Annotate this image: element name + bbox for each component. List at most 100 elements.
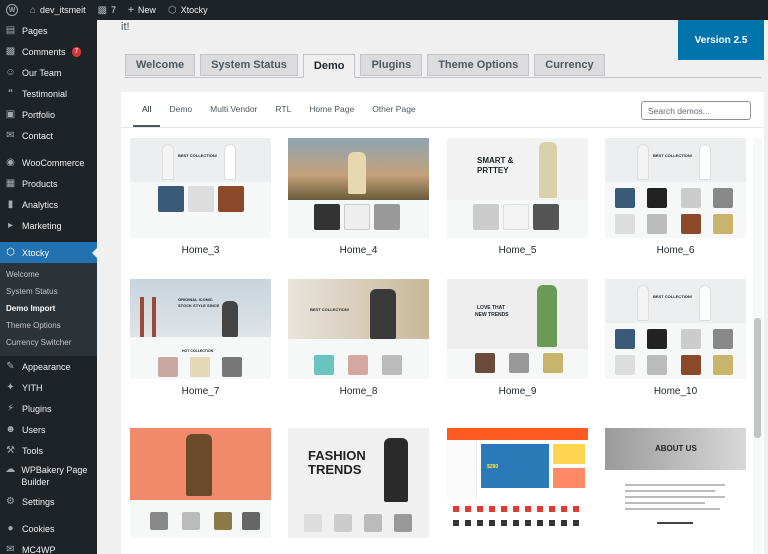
thumb-product (314, 355, 334, 375)
new-label: New (137, 5, 156, 15)
sidebar-item-label: Cookies (22, 523, 55, 534)
filter-all[interactable]: All (133, 92, 161, 127)
demo-thumbnail: BEST COLLECTION! (288, 279, 429, 379)
demo-card-home-9[interactable]: LOVE THAT NEW TRENDS Home_9 (447, 279, 588, 397)
filter-rtl[interactable]: RTL (266, 92, 300, 126)
sidebar-item-settings[interactable]: ⚙ Settings (0, 491, 97, 512)
comment-bubble-icon: ▩ (97, 4, 108, 16)
comments-menu[interactable]: ▩ 7 (92, 0, 122, 20)
filter-home-page[interactable]: Home Page (300, 92, 363, 126)
sidebar-item-contact[interactable]: ✉ Contact (0, 125, 97, 146)
submenu-currency-switcher[interactable]: Currency Switcher (0, 334, 97, 351)
demo-card-home-8[interactable]: BEST COLLECTION! Home_8 (288, 279, 429, 397)
tab-system-status[interactable]: System Status (200, 54, 298, 76)
sidebar-item-label: Marketing (22, 220, 62, 231)
thumb-text-line (625, 484, 725, 486)
thumb-product (615, 329, 635, 349)
demo-name: Home_9 (498, 386, 537, 397)
thumb-product (218, 186, 244, 212)
demo-card-row3-4[interactable]: ABOUT US (605, 428, 746, 545)
thumb-headline: PRTTEY (477, 166, 509, 175)
sidebar-item-label: Users (22, 424, 46, 435)
thumb-product (713, 214, 733, 234)
thumb-headline: BEST COLLECTION! (178, 153, 218, 158)
thumb-headline: STOCK STYLE SINCE (178, 303, 220, 308)
thumb-product (503, 204, 529, 230)
tab-welcome[interactable]: Welcome (125, 54, 196, 76)
sidebar-item-woocommerce[interactable]: ◉ WooCommerce (0, 152, 97, 173)
thumb-model (539, 142, 557, 198)
sidebar-item-comments[interactable]: ▩ Comments 7 (0, 41, 97, 62)
demo-card-home-10[interactable]: BEST COLLECTION! Home_10 (605, 279, 746, 397)
filter-multi-vendor[interactable]: Multi Vendor (201, 92, 266, 126)
sidebar-item-testimonial[interactable]: “ Testimonial (0, 83, 97, 104)
sidebar-item-tools[interactable]: ⚒ Tools (0, 440, 97, 461)
woocommerce-icon: ◉ (6, 157, 15, 168)
demo-card-home-4[interactable]: Home_4 (288, 138, 429, 256)
demo-card-row3-1[interactable] (130, 428, 271, 545)
sidebar-item-plugins[interactable]: ⚡ Plugins (0, 398, 97, 419)
cube-icon: ⬡ (167, 4, 177, 16)
tab-plugins[interactable]: Plugins (360, 54, 423, 76)
demo-card-home-3[interactable]: BEST COLLECTION! Home_3 (130, 138, 271, 256)
thumb-model (699, 144, 711, 180)
search-demos-input[interactable] (641, 101, 751, 120)
submenu-theme-options[interactable]: Theme Options (0, 317, 97, 334)
sidebar-item-marketing[interactable]: ▸ Marketing (0, 215, 97, 236)
scrollbar-thumb[interactable] (754, 318, 761, 438)
sidebar-item-wpbakery[interactable]: ☁ WPBakery Page Builder (0, 461, 97, 491)
submenu-demo-import[interactable]: Demo Import (0, 300, 97, 317)
demo-card-home-5[interactable]: SMART & PRTTEY Home_5 (447, 138, 588, 256)
sidebar-item-label: Analytics (22, 199, 59, 210)
sidebar-item-pages[interactable]: ▤ Pages (0, 20, 97, 41)
thumb-product (615, 214, 635, 234)
demo-card-home-7[interactable]: ORIGINAL ICONIC STOCK STYLE SINCE HOT CO… (130, 279, 271, 397)
tab-demo[interactable]: Demo (302, 54, 356, 78)
sidebar-item-our-team[interactable]: ☺ Our Team (0, 62, 97, 83)
sidebar-item-analytics[interactable]: ▮ Analytics (0, 194, 97, 215)
theme-menu[interactable]: ⬡ Xtocky (162, 0, 214, 20)
sidebar-item-label: Our Team (22, 67, 62, 78)
demo-panel: All Demo Multi Vendor RTL Home Page Othe… (121, 92, 764, 554)
demo-card-home-6[interactable]: BEST COLLECTION! Home_6 (605, 138, 746, 256)
thumb-headline: BEST COLLECTION! (653, 294, 693, 299)
thumb-bridge (152, 297, 156, 337)
thumb-model (348, 152, 366, 194)
sidebar-item-cookies[interactable]: ● Cookies (0, 518, 97, 539)
sidebar-item-xtocky[interactable]: ⬡ Xtocky (0, 242, 97, 263)
submenu-welcome[interactable]: Welcome (0, 266, 97, 283)
filter-demo[interactable]: Demo (160, 92, 201, 126)
comments-icon: ▩ (5, 46, 16, 57)
sidebar-item-yith[interactable]: ✦ YITH (0, 377, 97, 398)
demo-name: Home_3 (181, 245, 220, 256)
thumb-headline: BEST COLLECTION! (310, 307, 350, 312)
wp-logo-menu[interactable]: W (0, 0, 24, 20)
users-icon: ☻ (5, 424, 16, 435)
sidebar-item-mc4wp[interactable]: ✉ MC4WP (0, 539, 97, 554)
admin-sidebar: ▤ Pages ▩ Comments 7 ☺ Our Team “ Testimonial… (0, 20, 97, 554)
demo-card-row3-3[interactable]: $280 (447, 428, 588, 545)
site-name-menu[interactable]: ⌂ dev_itsmeit (24, 0, 92, 20)
new-content-menu[interactable]: + New (122, 0, 162, 20)
sidebar-item-portfolio[interactable]: ▣ Portfolio (0, 104, 97, 125)
tab-theme-options[interactable]: Theme Options (427, 54, 530, 76)
sidebar-item-label: Tools (22, 445, 44, 456)
demo-name: Home_5 (498, 245, 537, 256)
thumb-product (304, 514, 322, 532)
demo-grid-scrollbar[interactable] (753, 138, 762, 554)
sidebar-item-users[interactable]: ☻ Users (0, 419, 97, 440)
thumb-product (681, 355, 701, 375)
thumb-text-line (625, 496, 725, 498)
sidebar-item-appearance[interactable]: ✎ Appearance (0, 356, 97, 377)
tab-currency[interactable]: Currency (534, 54, 605, 76)
thumb-product (713, 355, 733, 375)
sidebar-item-products[interactable]: ▦ Products (0, 173, 97, 194)
thumb-hero (447, 138, 588, 200)
thumb-model (699, 285, 711, 321)
thumb-product (713, 329, 733, 349)
filter-other-page[interactable]: Other Page (363, 92, 424, 126)
demo-card-row3-2[interactable]: FASHION TRENDS (288, 428, 429, 545)
thumb-price: $280 (487, 464, 499, 470)
thumb-headline: BEST COLLECTION! (653, 153, 693, 158)
submenu-system-status[interactable]: System Status (0, 283, 97, 300)
